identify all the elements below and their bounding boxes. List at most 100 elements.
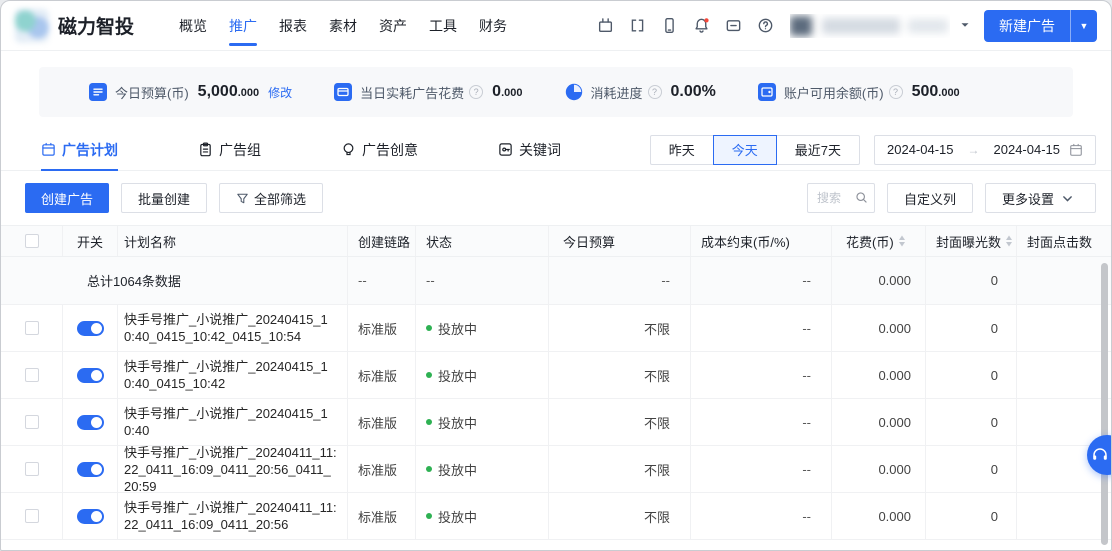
help-icon[interactable]: ? [647, 85, 662, 99]
help-icon[interactable]: ? [888, 85, 903, 99]
row-checkbox[interactable] [24, 368, 39, 382]
ad-plan-table: 开关 计划名称 创建链路 状态 今日预算 成本约束(币/%) 花费(币) 封面曝… [1, 225, 1111, 540]
help-icon[interactable]: ? [469, 85, 484, 99]
nav-item-assets[interactable]: 资产 [368, 1, 418, 51]
more-settings-button[interactable]: 更多设置 [984, 183, 1096, 213]
headset-icon [1093, 448, 1107, 460]
plan-status: 投放中 [416, 305, 549, 351]
plan-impressions: 0 [926, 352, 1017, 398]
summary-impressions: 0 [926, 257, 1017, 304]
search-box [806, 183, 875, 213]
preset-today[interactable]: 今天 [712, 134, 777, 165]
status-dot-icon [426, 513, 432, 519]
batch-create-button[interactable]: 批量创建 [121, 183, 208, 213]
nav-item-overview[interactable]: 概览 [168, 1, 218, 51]
col-header-today-budget: 今日预算 [549, 226, 691, 256]
filter-all-button[interactable]: 全部筛选 [219, 183, 324, 213]
nav-item-promotion[interactable]: 推广 [218, 1, 268, 51]
main-nav: 概览 推广 报表 素材 资产 工具 财务 [168, 1, 518, 51]
stat-spend-progress: 消耗进度 ? 0.00% [565, 83, 716, 102]
plan-impressions: 0 [926, 305, 1017, 351]
plan-cost: -- [691, 305, 832, 351]
sort-control-spend[interactable] [898, 235, 906, 247]
plan-name[interactable]: 快手号推广_小说推广_20240411_11:22_0411_16:09_041… [124, 499, 337, 533]
nav-item-materials[interactable]: 素材 [318, 1, 368, 51]
row-toggle-on[interactable] [76, 320, 104, 336]
date-range-picker[interactable]: 2024-04-15 → 2024-04-15 [874, 134, 1096, 165]
table-row: 快手号推广_小说推广_20240415_10:40_0415_10:42_041… [1, 305, 1111, 352]
col-header-cost-constraint: 成本约束(币/%) [691, 226, 832, 256]
plan-spend: 0.000 [832, 399, 926, 445]
plan-name[interactable]: 快手号推广_小说推广_20240415_10:40 [124, 405, 337, 439]
tab-ad-creative[interactable]: 广告创意 [341, 129, 418, 171]
status-dot-icon [426, 372, 432, 378]
new-ad-dropdown-icon[interactable]: ▼ [1071, 10, 1097, 42]
create-ad-button[interactable]: 创建广告 [25, 183, 110, 213]
sort-control-impressions[interactable] [1005, 235, 1013, 247]
row-checkbox[interactable] [24, 321, 39, 335]
budget-icon [89, 83, 107, 101]
plan-spend: 0.000 [832, 305, 926, 351]
phone-icon[interactable] [661, 17, 678, 34]
message-icon[interactable] [725, 17, 742, 34]
search-icon[interactable] [855, 191, 868, 204]
plan-clicks [1017, 493, 1111, 539]
tab-keywords[interactable]: 关键词 [498, 129, 561, 171]
plan-impressions: 0 [926, 493, 1017, 539]
preset-last7days[interactable]: 最近7天 [775, 134, 860, 165]
tv-icon[interactable] [597, 17, 614, 34]
row-toggle-on[interactable] [76, 367, 104, 383]
nav-item-tools[interactable]: 工具 [418, 1, 468, 51]
bell-icon[interactable] [693, 17, 710, 34]
vertical-scrollbar[interactable] [1101, 263, 1108, 545]
table-summary-row: 总计1064条数据 -- -- -- -- 0.000 0 [1, 257, 1111, 305]
plan-status: 投放中 [416, 493, 549, 539]
tab-ad-group[interactable]: 广告组 [198, 129, 261, 171]
preset-yesterday[interactable]: 昨天 [649, 134, 714, 165]
date-start: 2024-04-15 [887, 142, 954, 157]
row-checkbox[interactable] [24, 509, 39, 523]
window-switch-icon[interactable] [629, 17, 646, 34]
plan-cost: -- [691, 352, 832, 398]
scrollbar-thumb[interactable] [1101, 263, 1108, 545]
brand-name: 磁力智投 [58, 17, 135, 38]
row-checkbox[interactable] [24, 462, 39, 476]
stat-available-balance: 账户可用余额(币) ? 500.000 [757, 83, 960, 102]
summary-clicks [1017, 257, 1111, 304]
col-header-plan-name: 计划名称 [118, 226, 348, 256]
col-header-cover-impressions: 封面曝光数 [926, 226, 1017, 256]
plan-budget: 不限 [549, 352, 691, 398]
row-toggle-on[interactable] [76, 508, 104, 524]
plan-name[interactable]: 快手号推广_小说推广_20240415_10:40_0415_10:42 [124, 358, 337, 392]
nav-item-reports[interactable]: 报表 [268, 1, 318, 51]
select-all-checkbox[interactable] [24, 234, 39, 248]
app-window: 磁力智投 概览 推广 报表 素材 资产 工具 财务 新建广告 ▼ 今日预算(币)… [0, 0, 1112, 551]
plan-create-link: 标准版 [348, 446, 416, 492]
summary-total: 总计1064条数据 [1, 257, 348, 304]
table-body: 快手号推广_小说推广_20240415_10:40_0415_10:42_041… [1, 305, 1111, 540]
row-checkbox[interactable] [24, 415, 39, 429]
table-header: 开关 计划名称 创建链路 状态 今日预算 成本约束(币/%) 花费(币) 封面曝… [1, 225, 1111, 257]
col-header-cover-clicks: 封面点击数 [1027, 234, 1093, 250]
plan-name[interactable]: 快手号推广_小说推广_20240415_10:40_0415_10:42_041… [124, 311, 337, 345]
custom-columns-button[interactable]: 自定义列 [886, 183, 973, 213]
plan-cost: -- [691, 493, 832, 539]
new-ad-button[interactable]: 新建广告 [984, 10, 1070, 42]
account-name[interactable] [790, 14, 950, 38]
brand-logo [15, 8, 49, 43]
row-toggle-on[interactable] [76, 414, 104, 430]
account-caret-icon[interactable] [960, 17, 970, 35]
creative-icon [343, 143, 354, 156]
spend-icon [334, 83, 353, 101]
plan-clicks [1017, 352, 1111, 398]
plan-budget: 不限 [549, 305, 691, 351]
plan-create-link: 标准版 [348, 352, 416, 398]
row-toggle-on[interactable] [76, 461, 104, 477]
plan-status: 投放中 [416, 399, 549, 445]
nav-item-finance[interactable]: 财务 [468, 1, 518, 51]
plan-budget: 不限 [549, 446, 691, 492]
help-icon[interactable] [757, 17, 774, 34]
plan-name[interactable]: 快手号推广_小说推广_20240411_11:22_0411_16:09_041… [124, 446, 337, 492]
modify-budget-link[interactable]: 修改 [268, 84, 292, 101]
tab-ad-plan[interactable]: 广告计划 [41, 129, 118, 171]
